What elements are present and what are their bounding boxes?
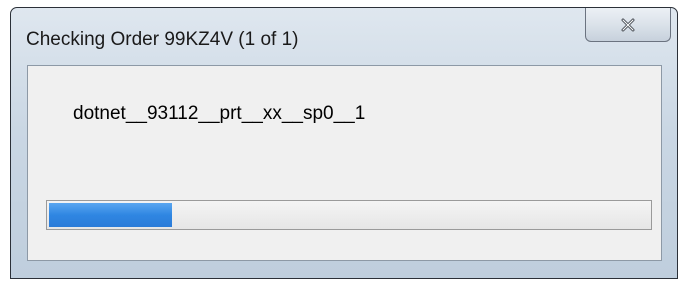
dialog-window: Checking Order 99KZ4V (1 of 1) dotnet__9…	[10, 7, 678, 279]
close-button[interactable]	[585, 8, 671, 42]
close-icon	[621, 18, 635, 31]
dialog-content: dotnet__93112__prt__xx__sp0__1	[27, 65, 662, 261]
title-bar[interactable]: Checking Order 99KZ4V (1 of 1)	[11, 8, 677, 64]
window-title: Checking Order 99KZ4V (1 of 1)	[26, 29, 299, 50]
progress-bar-fill	[49, 203, 172, 227]
current-file-label: dotnet__93112__prt__xx__sp0__1	[73, 103, 366, 124]
progress-bar	[46, 200, 652, 230]
